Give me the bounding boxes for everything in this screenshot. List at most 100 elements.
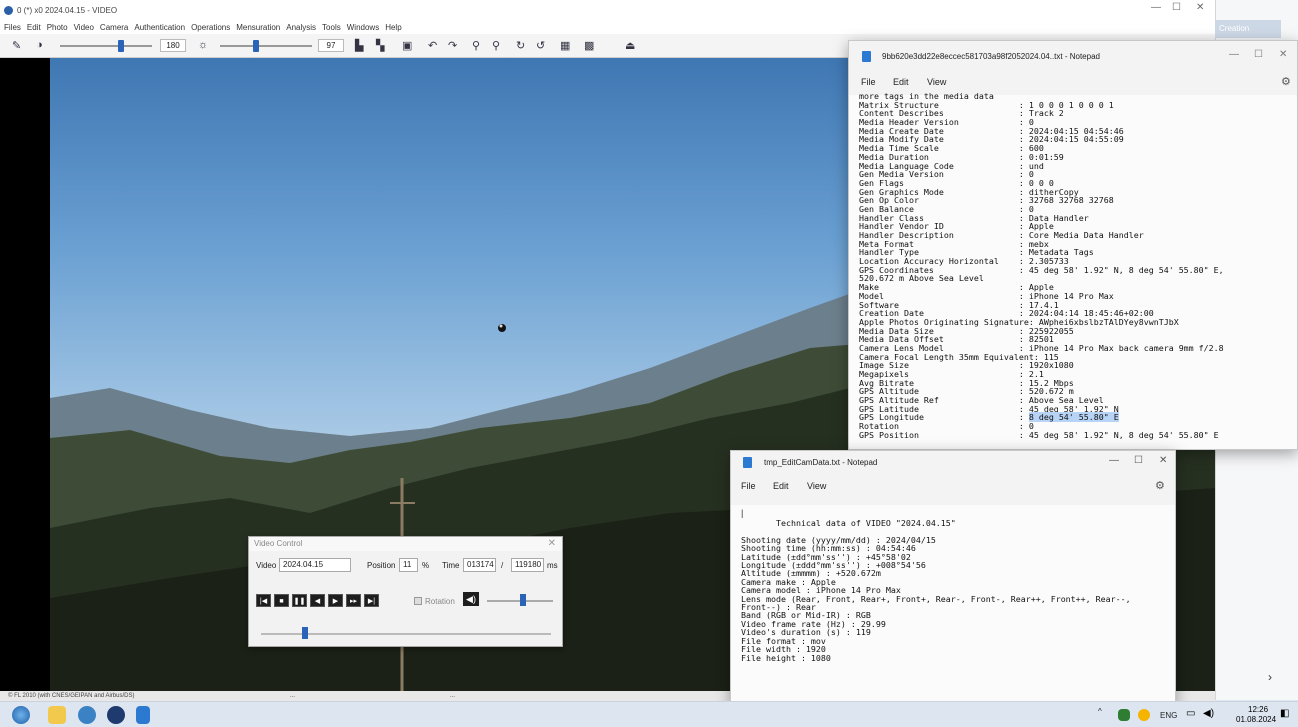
notepad1-menu-view[interactable]: View xyxy=(927,77,946,87)
creation-tab[interactable]: Creation xyxy=(1215,20,1281,38)
time-label: Time xyxy=(442,561,460,570)
menu-camera[interactable]: Camera xyxy=(100,23,128,32)
undo-icon[interactable]: ↶ xyxy=(428,39,437,52)
browser-icon[interactable] xyxy=(78,706,96,724)
notifications-icon[interactable]: ◧ xyxy=(1280,708,1289,719)
contrast-slider-track xyxy=(60,45,152,47)
video-control-window: Video Control ✕ Video 2024.04.15 Positio… xyxy=(248,536,563,647)
menu-files[interactable]: Files xyxy=(4,23,21,32)
pen-icon[interactable]: ✎ xyxy=(12,39,21,52)
video-name-field[interactable]: 2024.04.15 xyxy=(279,558,351,572)
text-cursor: | xyxy=(741,508,744,518)
clock-time[interactable]: 12:26 xyxy=(1248,705,1268,714)
rotation-label: Rotation xyxy=(425,597,455,606)
brightness-value[interactable]: 97 xyxy=(318,39,344,52)
file-explorer-icon[interactable] xyxy=(48,706,66,724)
app-icon[interactable] xyxy=(107,706,125,724)
desktop: 0 (*) x0 2024.04.15 - VIDEO — ☐ ✕ Files … xyxy=(0,0,1298,727)
grid-icon[interactable]: ▦ xyxy=(560,39,570,52)
metadata-notepad-window: 9bb620e3dd22e8eccec581703a98f2052024.04.… xyxy=(848,40,1298,450)
redo-icon[interactable]: ↷ xyxy=(448,39,457,52)
notepad2-minimize-button[interactable]: — xyxy=(1109,455,1119,466)
menu-tools[interactable]: Tools xyxy=(322,23,341,32)
zoom-out-icon[interactable]: ⚲ xyxy=(492,39,500,52)
scroll-right-icon[interactable]: › xyxy=(1268,670,1272,684)
volume-slider[interactable] xyxy=(520,594,527,606)
menu-authentication[interactable]: Authentication xyxy=(134,23,185,32)
notepad2-settings-icon[interactable]: ⚙ xyxy=(1155,479,1165,492)
close-button[interactable]: ✕ xyxy=(1196,2,1204,13)
notepad2-menu-file[interactable]: File xyxy=(741,481,756,491)
go-start-button[interactable]: |◀ xyxy=(256,594,271,607)
time-field[interactable]: 013174 xyxy=(463,558,496,572)
fast-forward-button[interactable]: ▸▸ xyxy=(346,594,361,607)
notepad2-menu-edit[interactable]: Edit xyxy=(773,481,789,491)
position-field[interactable]: 11 xyxy=(399,558,418,572)
start-icon[interactable] xyxy=(12,706,30,724)
volume-icon[interactable]: ◀) xyxy=(1203,708,1214,719)
tool-icon-1[interactable]: ▙ xyxy=(355,39,363,52)
notepad1-maximize-button[interactable]: ☐ xyxy=(1254,49,1263,60)
menu-windows[interactable]: Windows xyxy=(347,23,379,32)
status-field-2: ... xyxy=(450,693,456,699)
selected-longitude-text[interactable]: 8 deg 54' 55.80" E xyxy=(1028,412,1119,423)
menu-analysis[interactable]: Analysis xyxy=(286,23,316,32)
speaker-icon[interactable]: ◀) xyxy=(463,592,479,606)
stop-button[interactable]: ■ xyxy=(274,594,289,607)
settings-icon[interactable]: ⚙ xyxy=(1281,75,1291,88)
image-icon[interactable]: ▩ xyxy=(584,39,594,52)
maximize-button[interactable]: ☐ xyxy=(1172,2,1181,13)
save-icon[interactable]: ▣ xyxy=(402,39,412,52)
notepad2-menu-view[interactable]: View xyxy=(807,481,826,491)
contrast-value[interactable]: 180 xyxy=(160,39,186,52)
position-slider[interactable] xyxy=(301,627,308,639)
notepad2-maximize-button[interactable]: ☐ xyxy=(1134,455,1143,466)
status-field-1: ... xyxy=(290,693,296,699)
zoom-in-icon[interactable]: ⚲ xyxy=(472,39,480,52)
menu-edit[interactable]: Edit xyxy=(27,23,41,32)
brightness-slider[interactable] xyxy=(253,40,259,52)
step-back-button[interactable]: ◀ xyxy=(310,594,325,607)
notepad2-text-area[interactable]: Technical data of VIDEO "2024.04.15" Sho… xyxy=(741,519,1131,662)
menu-video[interactable]: Video xyxy=(74,23,94,32)
notepad1-minimize-button[interactable]: — xyxy=(1229,49,1239,60)
minimize-button[interactable]: — xyxy=(1151,2,1161,13)
notepad2-icon xyxy=(743,457,752,468)
app-title: 0 (*) x0 2024.04.15 - VIDEO xyxy=(17,5,118,15)
app-title-bar: 0 (*) x0 2024.04.15 - VIDEO — ☐ ✕ xyxy=(0,0,1215,20)
camdata-notepad-window: tmp_EditCamData.txt - Notepad — ☐ ✕ File… xyxy=(730,450,1176,705)
pause-button[interactable]: ❚❚ xyxy=(292,594,307,607)
notepad2-menu-bar: File Edit View ⚙ xyxy=(731,479,1175,505)
video-control-close-icon[interactable]: ✕ xyxy=(548,538,556,549)
total-time-field[interactable]: 119180 xyxy=(511,558,544,572)
menu-photo[interactable]: Photo xyxy=(47,23,68,32)
notepad1-text-area[interactable]: more tags in the media data Matrix Struct… xyxy=(859,92,1224,440)
play-button[interactable]: ▶ xyxy=(328,594,343,607)
notepad1-close-button[interactable]: ✕ xyxy=(1279,49,1287,60)
rotate-left-icon[interactable]: ↻ xyxy=(516,39,525,52)
video-label: Video xyxy=(256,561,277,570)
time-separator: / xyxy=(501,561,504,570)
notepad1-line: GPS Position : 45 deg 58' 1.92" N, 8 deg… xyxy=(859,429,1219,440)
contrast-slider[interactable] xyxy=(118,40,124,52)
menu-operations[interactable]: Operations xyxy=(191,23,230,32)
go-end-button[interactable]: ▶| xyxy=(364,594,379,607)
clock-date[interactable]: 01.08.2024 xyxy=(1236,715,1276,724)
tray-app-icon-2[interactable] xyxy=(1138,709,1150,721)
contrast-icon[interactable]: ◑ xyxy=(36,39,43,51)
notepad1-menu-file[interactable]: File xyxy=(861,77,876,87)
tray-app-icon-1[interactable] xyxy=(1118,709,1130,721)
rotate-right-icon[interactable]: ↺ xyxy=(536,39,545,52)
menu-help[interactable]: Help xyxy=(385,23,401,32)
tray-chevron-icon[interactable]: ^ xyxy=(1098,707,1102,716)
notepad-taskbar-icon[interactable] xyxy=(136,706,150,724)
notepad1-menu-edit[interactable]: Edit xyxy=(893,77,909,87)
brightness-icon[interactable]: ☼ xyxy=(198,39,208,51)
notepad2-close-button[interactable]: ✕ xyxy=(1159,455,1167,466)
tool-icon-2[interactable]: ▚ xyxy=(376,39,384,52)
hat-icon[interactable]: ⏏ xyxy=(625,39,635,52)
menu-mensuration[interactable]: Mensuration xyxy=(236,23,280,32)
network-icon[interactable]: ▭ xyxy=(1186,708,1195,719)
rotation-checkbox[interactable] xyxy=(414,597,422,605)
language-indicator[interactable]: ENG xyxy=(1160,711,1177,720)
